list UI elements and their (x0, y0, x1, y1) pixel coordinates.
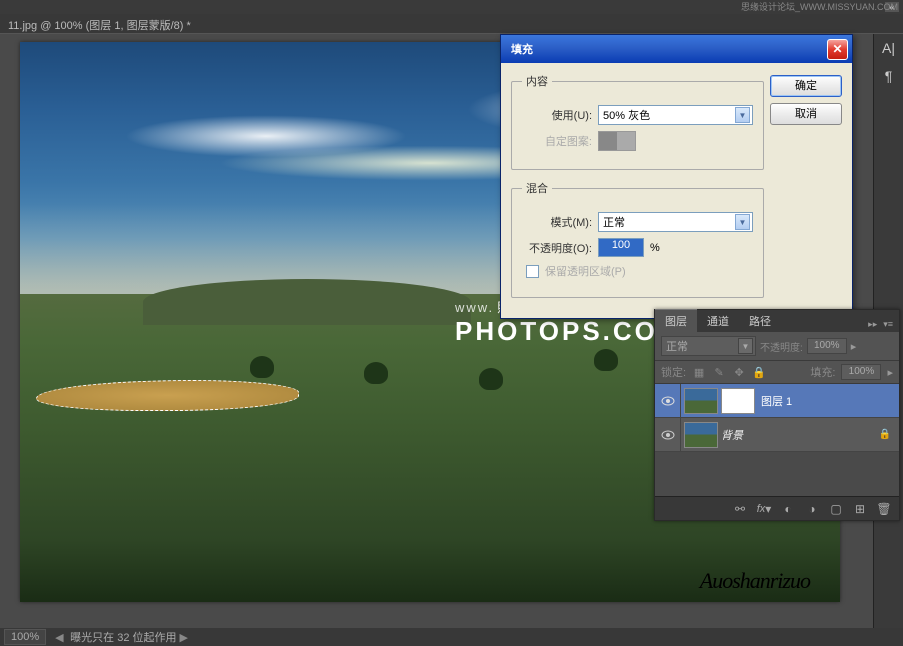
chevron-down-icon[interactable]: ▼ (735, 214, 750, 230)
fill-dialog: 填充 ✕ 内容 使用(U): 50% 灰色 ▼ 自定图案: 混合 (500, 34, 853, 319)
lock-label: 锁定: (661, 364, 686, 380)
forum-watermark: 思缘设计论坛_WWW.MISSYUAN.COM (741, 0, 898, 13)
pattern-swatch (598, 131, 636, 151)
fill-flyout-icon[interactable]: ▸ (887, 366, 893, 379)
layer-name[interactable]: 图层 1 (761, 393, 792, 409)
link-layers-icon[interactable]: ⚯ (729, 500, 751, 518)
blend-legend: 混合 (522, 180, 552, 196)
visibility-toggle[interactable] (655, 418, 681, 451)
signature-text: Auoshanrizuo (700, 568, 810, 594)
layer-thumb[interactable] (684, 388, 718, 414)
use-label: 使用(U): (522, 107, 592, 123)
visibility-toggle[interactable] (655, 384, 681, 417)
tab-paths[interactable]: 路径 (739, 310, 781, 332)
lock-trans-icon[interactable]: ▦ (692, 365, 706, 379)
status-bar: 100% ◀ 曝光只在 32 位起作用 ▶ (0, 628, 903, 646)
panel-tabs: 图层 通道 路径 ▸▸ ▾≡ (655, 310, 899, 332)
trash-icon[interactable]: 🗑 (873, 500, 895, 518)
layer-mask-thumb[interactable] (721, 388, 755, 414)
chevron-down-icon[interactable]: ▼ (738, 338, 753, 354)
cancel-button[interactable]: 取消 (770, 103, 842, 125)
nav-prev-icon[interactable]: ◀ (55, 631, 67, 643)
eye-icon (661, 430, 675, 440)
opacity-value[interactable]: 100% (807, 338, 847, 354)
dialog-title: 填充 (511, 41, 533, 57)
preserve-trans-checkbox[interactable] (526, 265, 539, 278)
layer-name[interactable]: 背景 (721, 427, 743, 443)
ok-button[interactable]: 确定 (770, 75, 842, 97)
preserve-trans-label: 保留透明区域(P) (545, 263, 626, 279)
lock-all-icon[interactable]: 🔒 (752, 365, 766, 379)
custom-pattern-label: 自定图案: (522, 133, 592, 149)
eye-icon (661, 396, 675, 406)
layer-thumb[interactable] (684, 422, 718, 448)
panel-collapse-icon[interactable]: ▸▸ (866, 317, 879, 332)
layers-list: 图层 1 背景 🔒 (655, 384, 899, 496)
pct-label: % (650, 242, 660, 254)
lock-position-icon[interactable]: ✥ (732, 365, 746, 379)
lock-pixels-icon[interactable]: ✎ (712, 365, 726, 379)
opacity-label: 不透明度: (760, 339, 803, 354)
lock-row: 锁定: ▦ ✎ ✥ 🔒 填充: 100% ▸ (655, 361, 899, 384)
opacity-flyout-icon[interactable]: ▸ (851, 340, 857, 353)
type-tool-icon[interactable]: A| (874, 34, 903, 62)
status-message: 曝光只在 32 位起作用 (70, 629, 176, 645)
fill-label: 填充: (810, 364, 835, 380)
mode-select[interactable]: 正常 ▼ (598, 212, 753, 232)
paragraph-icon[interactable]: ¶ (874, 62, 903, 90)
app-bar: 思缘设计论坛_WWW.MISSYUAN.COM « (0, 0, 903, 14)
zoom-input[interactable]: 100% (4, 629, 46, 645)
blend-fieldset: 混合 模式(M): 正常 ▼ 不透明度(O): 100 % 保留透明区域(P) (511, 180, 764, 298)
mask-icon[interactable]: ◐ (777, 500, 799, 518)
blend-mode-select[interactable]: 正常 ▼ (661, 336, 756, 356)
blend-row: 正常 ▼ 不透明度: 100% ▸ (655, 332, 899, 361)
use-select[interactable]: 50% 灰色 ▼ (598, 105, 753, 125)
nav-next-icon[interactable]: ▶ (180, 631, 192, 643)
opacity-input[interactable]: 100 (598, 238, 644, 257)
layer-row[interactable]: 图层 1 (655, 384, 899, 418)
fill-value[interactable]: 100% (841, 364, 881, 380)
dialog-titlebar[interactable]: 填充 ✕ (501, 35, 852, 63)
tab-channels[interactable]: 通道 (697, 310, 739, 332)
content-legend: 内容 (522, 73, 552, 89)
document-tab[interactable]: 11.jpg @ 100% (图层 1, 图层蒙版/8) * (0, 14, 903, 34)
lock-icon: 🔒 (879, 429, 891, 440)
mode-label: 模式(M): (522, 214, 592, 230)
layer-row[interactable]: 背景 🔒 (655, 418, 899, 452)
tab-layers[interactable]: 图层 (655, 309, 697, 332)
opacity-label: 不透明度(O): (522, 240, 592, 256)
chevron-down-icon[interactable]: ▼ (735, 107, 750, 123)
fx-icon[interactable]: fx▾ (753, 500, 775, 518)
group-icon[interactable]: ▢ (825, 500, 847, 518)
selection-marquee[interactable] (36, 380, 298, 411)
doc-tab-label: 11.jpg @ 100% (图层 1, 图层蒙版/8) * (8, 20, 191, 32)
close-icon[interactable]: ✕ (827, 39, 848, 60)
panel-menu-icon[interactable]: ▾≡ (881, 317, 895, 332)
adjustment-icon[interactable]: ◑ (801, 500, 823, 518)
content-fieldset: 内容 使用(U): 50% 灰色 ▼ 自定图案: (511, 73, 764, 170)
layers-empty-area[interactable] (655, 452, 899, 496)
panel-footer: ⚯ fx▾ ◐ ◑ ▢ ⊞ 🗑 (655, 496, 899, 520)
layers-panel: 图层 通道 路径 ▸▸ ▾≡ 正常 ▼ 不透明度: 100% ▸ 锁定: ▦ ✎… (654, 309, 900, 521)
new-layer-icon[interactable]: ⊞ (849, 500, 871, 518)
